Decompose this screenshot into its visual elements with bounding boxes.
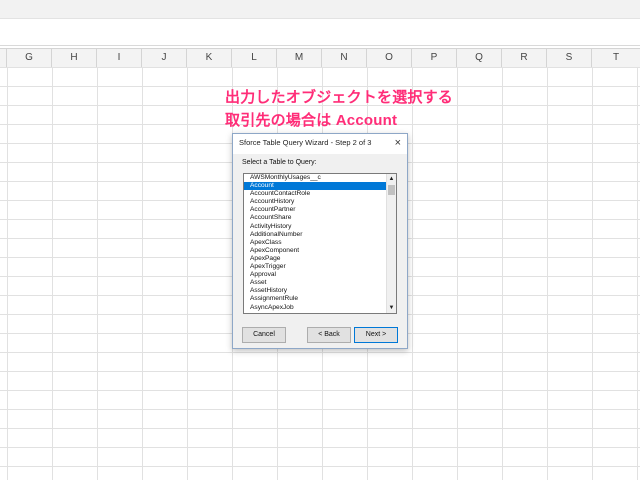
table-select-label: Select a Table to Query: bbox=[242, 159, 317, 166]
list-item[interactable]: AssignmentRule bbox=[244, 295, 386, 303]
list-item[interactable]: AWSMonthlyUsages__c bbox=[244, 174, 386, 182]
column-header-t[interactable]: T bbox=[592, 49, 640, 67]
scroll-thumb[interactable] bbox=[388, 185, 395, 195]
list-item[interactable]: AccountShare bbox=[244, 214, 386, 222]
column-header-m[interactable]: M bbox=[277, 49, 322, 67]
scroll-down-icon[interactable]: ▼ bbox=[387, 303, 396, 313]
list-item[interactable]: AccountContactRole bbox=[244, 190, 386, 198]
list-item[interactable]: AccountPartner bbox=[244, 206, 386, 214]
list-scrollbar[interactable]: ▲ ▼ bbox=[386, 174, 396, 313]
annotation-line-1: 出力したオブジェクトを選択する bbox=[225, 89, 454, 106]
column-header-g[interactable]: G bbox=[7, 49, 52, 67]
list-item-selected[interactable]: Account bbox=[244, 182, 386, 191]
column-header-s[interactable]: S bbox=[547, 49, 592, 67]
list-item[interactable]: ActivityHistory bbox=[244, 223, 386, 231]
back-button[interactable]: < Back bbox=[307, 327, 351, 343]
column-header-r[interactable]: R bbox=[502, 49, 547, 67]
column-header-l[interactable]: L bbox=[232, 49, 277, 67]
cancel-button[interactable]: Cancel bbox=[242, 327, 286, 343]
list-item[interactable]: ApexClass bbox=[244, 239, 386, 247]
ribbon-strip bbox=[0, 0, 640, 19]
table-listbox[interactable]: AWSMonthlyUsages__c Account AccountConta… bbox=[243, 173, 397, 314]
column-header-p[interactable]: P bbox=[412, 49, 457, 67]
list-item[interactable]: ApexComponent bbox=[244, 247, 386, 255]
query-wizard-dialog: Sforce Table Query Wizard - Step 2 of 3 … bbox=[232, 133, 408, 349]
column-header-n[interactable]: N bbox=[322, 49, 367, 67]
column-header-row: G H I J K L M N O P Q R S T bbox=[0, 48, 640, 68]
list-item[interactable]: AssetHistory bbox=[244, 287, 386, 295]
dialog-titlebar[interactable]: Sforce Table Query Wizard - Step 2 of 3 … bbox=[233, 134, 407, 154]
column-header-partial bbox=[0, 49, 7, 67]
list-item[interactable]: AccountHistory bbox=[244, 198, 386, 206]
scroll-up-icon[interactable]: ▲ bbox=[387, 174, 396, 184]
formula-bar[interactable] bbox=[0, 19, 640, 46]
table-list: AWSMonthlyUsages__c Account AccountConta… bbox=[244, 174, 386, 312]
column-header-i[interactable]: I bbox=[97, 49, 142, 67]
dialog-title: Sforce Table Query Wizard - Step 2 of 3 bbox=[239, 138, 372, 147]
list-item[interactable]: AdditionalNumber bbox=[244, 231, 386, 239]
annotation-line-2: 取引先の場合は Account bbox=[225, 112, 398, 129]
column-header-j[interactable]: J bbox=[142, 49, 187, 67]
list-item[interactable]: ApexTrigger bbox=[244, 263, 386, 271]
list-item[interactable]: ApexPage bbox=[244, 255, 386, 263]
next-button[interactable]: Next > bbox=[354, 327, 398, 343]
list-item[interactable]: Approval bbox=[244, 271, 386, 279]
list-item[interactable]: Asset bbox=[244, 279, 386, 287]
column-header-k[interactable]: K bbox=[187, 49, 232, 67]
list-item[interactable]: AsyncApexJob bbox=[244, 304, 386, 312]
column-header-o[interactable]: O bbox=[367, 49, 412, 67]
column-header-h[interactable]: H bbox=[52, 49, 97, 67]
close-icon[interactable]: × bbox=[395, 136, 401, 150]
column-header-q[interactable]: Q bbox=[457, 49, 502, 67]
